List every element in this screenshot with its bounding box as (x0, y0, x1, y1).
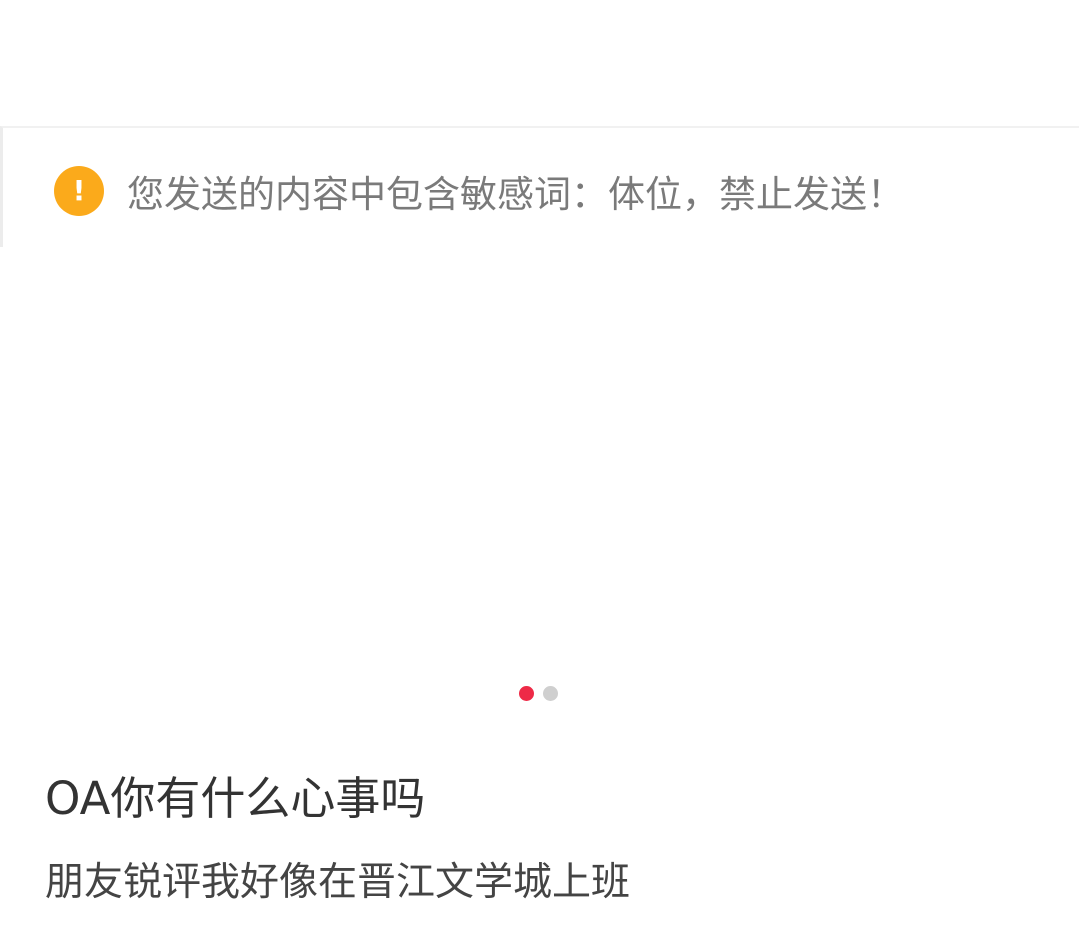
carousel-dot-active[interactable] (519, 686, 534, 701)
warning-toast: ! 您发送的内容中包含敏感词：体位，禁止发送！ (0, 126, 1079, 247)
toast-message: 您发送的内容中包含敏感词：体位，禁止发送！ (127, 173, 904, 216)
exclamation-circle-icon: ! (54, 166, 104, 216)
carousel-dot[interactable] (543, 686, 558, 701)
post-title: OA你有什么心事吗 (45, 772, 426, 825)
post-subtitle: 朋友锐评我好像在晋江文学城上班 (45, 860, 631, 905)
carousel-indicator (519, 686, 558, 701)
